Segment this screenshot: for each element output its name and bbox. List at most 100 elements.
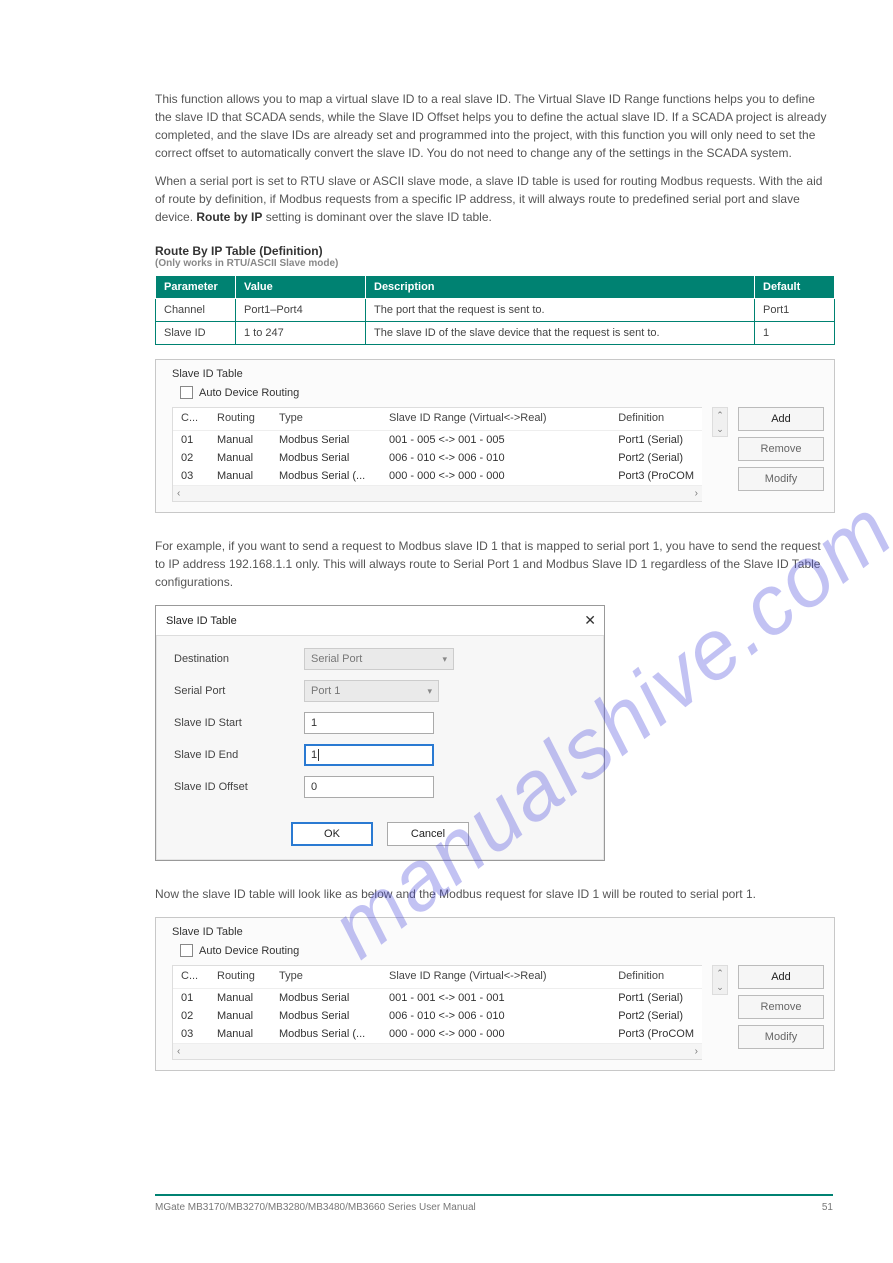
chevron-down-icon: ▾ — [442, 654, 447, 665]
checkbox-label: Auto Device Routing — [199, 945, 299, 957]
label-slave-id-end: Slave ID End — [174, 749, 304, 761]
serial-port-select[interactable]: Port 1 ▾ — [304, 680, 439, 702]
info-row: Channel Port1–Port4 The port that the re… — [156, 299, 835, 322]
vertical-scrollbar[interactable]: ⌃ ⌄ — [712, 965, 728, 995]
grid-cell: 03 — [173, 467, 209, 485]
grid-cell: Modbus Serial — [271, 1007, 381, 1025]
table-row[interactable]: 02 Manual Modbus Serial 006 - 010 <-> 00… — [173, 449, 702, 467]
destination-select[interactable]: Serial Port ▾ — [304, 648, 454, 670]
grid-th-definition: Definition — [610, 408, 702, 431]
grid-cell: Manual — [209, 467, 271, 485]
info-th-value: Value — [236, 276, 366, 299]
footer-left: MGate MB3170/MB3270/MB3280/MB3480/MB3660… — [155, 1202, 476, 1213]
modify-button[interactable]: Modify — [738, 467, 824, 491]
intro-p2-suffix: setting is dominant over the slave ID ta… — [266, 210, 492, 224]
add-button[interactable]: Add — [738, 407, 824, 431]
info-cell: The slave ID of the slave device that th… — [366, 322, 755, 345]
table-row[interactable]: 01 Manual Modbus Serial 001 - 001 <-> 00… — [173, 989, 702, 1008]
scroll-up-icon: ⌃ — [716, 966, 724, 980]
slave-id-end-input[interactable]: 1 — [304, 744, 434, 766]
close-icon[interactable]: ✕ — [584, 612, 596, 629]
intro-paragraph-2: When a serial port is set to RTU slave o… — [155, 172, 833, 226]
panel1-grid[interactable]: C... Routing Type Slave ID Range (Virtua… — [172, 407, 702, 502]
grid-cell: Port1 (Serial) — [610, 431, 702, 450]
cancel-button[interactable]: Cancel — [387, 822, 469, 846]
routebyip-table: Parameter Value Description Default Chan… — [155, 275, 835, 345]
intro-paragraph-1: This function allows you to map a virtua… — [155, 90, 833, 162]
info-th-parameter: Parameter — [156, 276, 236, 299]
grid-cell: Manual — [209, 1025, 271, 1043]
scroll-left-icon: ‹ — [177, 1046, 180, 1057]
grid-cell: 000 - 000 <-> 000 - 000 — [381, 1025, 610, 1043]
intro-p2-bold: Route by IP — [196, 210, 262, 224]
grid-cell: 001 - 001 <-> 001 - 001 — [381, 989, 610, 1008]
grid-cell: Modbus Serial — [271, 449, 381, 467]
modify-button[interactable]: Modify — [738, 1025, 824, 1049]
serial-port-value: Port 1 — [311, 685, 340, 697]
grid-cell: Port1 (Serial) — [610, 989, 702, 1008]
scroll-right-icon: › — [695, 488, 698, 499]
grid-th-type: Type — [271, 966, 381, 989]
grid-th-routing: Routing — [209, 966, 271, 989]
grid-cell: Manual — [209, 1007, 271, 1025]
vertical-scrollbar[interactable]: ⌃ ⌄ — [712, 407, 728, 437]
scroll-down-icon: ⌄ — [716, 980, 724, 994]
table-row[interactable]: 02 Manual Modbus Serial 006 - 010 <-> 00… — [173, 1007, 702, 1025]
table-row[interactable]: 01 Manual Modbus Serial 001 - 005 <-> 00… — [173, 431, 702, 450]
checkbox-label: Auto Device Routing — [199, 387, 299, 399]
ok-button[interactable]: OK — [291, 822, 373, 846]
grid-cell: 006 - 010 <-> 006 - 010 — [381, 449, 610, 467]
grid-th-range: Slave ID Range (Virtual<->Real) — [381, 408, 610, 431]
grid-cell: 006 - 010 <-> 006 - 010 — [381, 1007, 610, 1025]
info-cell: The port that the request is sent to. — [366, 299, 755, 322]
horizontal-scrollbar[interactable]: ‹ › — [173, 485, 702, 501]
info-th-default: Default — [755, 276, 835, 299]
grid-cell: Port2 (Serial) — [610, 1007, 702, 1025]
mid-paragraph: For example, if you want to send a reque… — [155, 537, 833, 591]
info-cell: Slave ID — [156, 322, 236, 345]
grid-cell: Manual — [209, 431, 271, 450]
slave-id-start-input[interactable]: 1 — [304, 712, 434, 734]
label-destination: Destination — [174, 653, 304, 665]
text-caret-icon — [318, 749, 319, 761]
horizontal-scrollbar[interactable]: ‹ › — [173, 1043, 702, 1059]
routebyip-note: (Only works in RTU/ASCII Slave mode) — [155, 258, 833, 269]
table-row[interactable]: 03 Manual Modbus Serial (... 000 - 000 <… — [173, 1025, 702, 1043]
auto-device-routing-checkbox[interactable]: Auto Device Routing — [180, 944, 299, 957]
grid-cell: Port3 (ProCOM — [610, 1025, 702, 1043]
grid-cell: Modbus Serial (... — [271, 467, 381, 485]
scroll-down-icon: ⌄ — [716, 422, 724, 436]
panel2-grid[interactable]: C... Routing Type Slave ID Range (Virtua… — [172, 965, 702, 1060]
label-slave-id-start: Slave ID Start — [174, 717, 304, 729]
remove-button[interactable]: Remove — [738, 995, 824, 1019]
grid-cell: 02 — [173, 449, 209, 467]
slave-id-offset-input[interactable]: 0 — [304, 776, 434, 798]
grid-cell: 01 — [173, 989, 209, 1008]
slave-id-offset-value: 0 — [311, 781, 317, 793]
grid-th-type: Type — [271, 408, 381, 431]
grid-th-channel: C... — [173, 408, 209, 431]
grid-cell: Modbus Serial (... — [271, 1025, 381, 1043]
grid-th-channel: C... — [173, 966, 209, 989]
slave-id-end-value: 1 — [311, 749, 317, 761]
auto-device-routing-checkbox[interactable]: Auto Device Routing — [180, 386, 299, 399]
grid-cell: 03 — [173, 1025, 209, 1043]
table-row[interactable]: 03 Manual Modbus Serial (... 000 - 000 <… — [173, 467, 702, 485]
grid-cell: 000 - 000 <-> 000 - 000 — [381, 467, 610, 485]
scroll-left-icon: ‹ — [177, 488, 180, 499]
info-cell: Port1–Port4 — [236, 299, 366, 322]
grid-cell: Modbus Serial — [271, 989, 381, 1008]
remove-button[interactable]: Remove — [738, 437, 824, 461]
add-button[interactable]: Add — [738, 965, 824, 989]
footer-page-number: 51 — [822, 1202, 833, 1213]
routebyip-title: Route By IP Table (Definition) (Only wor… — [155, 244, 833, 269]
after-dialog-paragraph: Now the slave ID table will look like as… — [155, 885, 833, 903]
scroll-up-icon: ⌃ — [716, 408, 724, 422]
info-cell: 1 to 247 — [236, 322, 366, 345]
grid-cell: Modbus Serial — [271, 431, 381, 450]
dialog-title-text: Slave ID Table — [166, 615, 237, 627]
checkbox-box-icon — [180, 386, 193, 399]
routebyip-title-text: Route By IP Table (Definition) — [155, 244, 323, 258]
checkbox-box-icon — [180, 944, 193, 957]
slave-id-start-value: 1 — [311, 717, 317, 729]
